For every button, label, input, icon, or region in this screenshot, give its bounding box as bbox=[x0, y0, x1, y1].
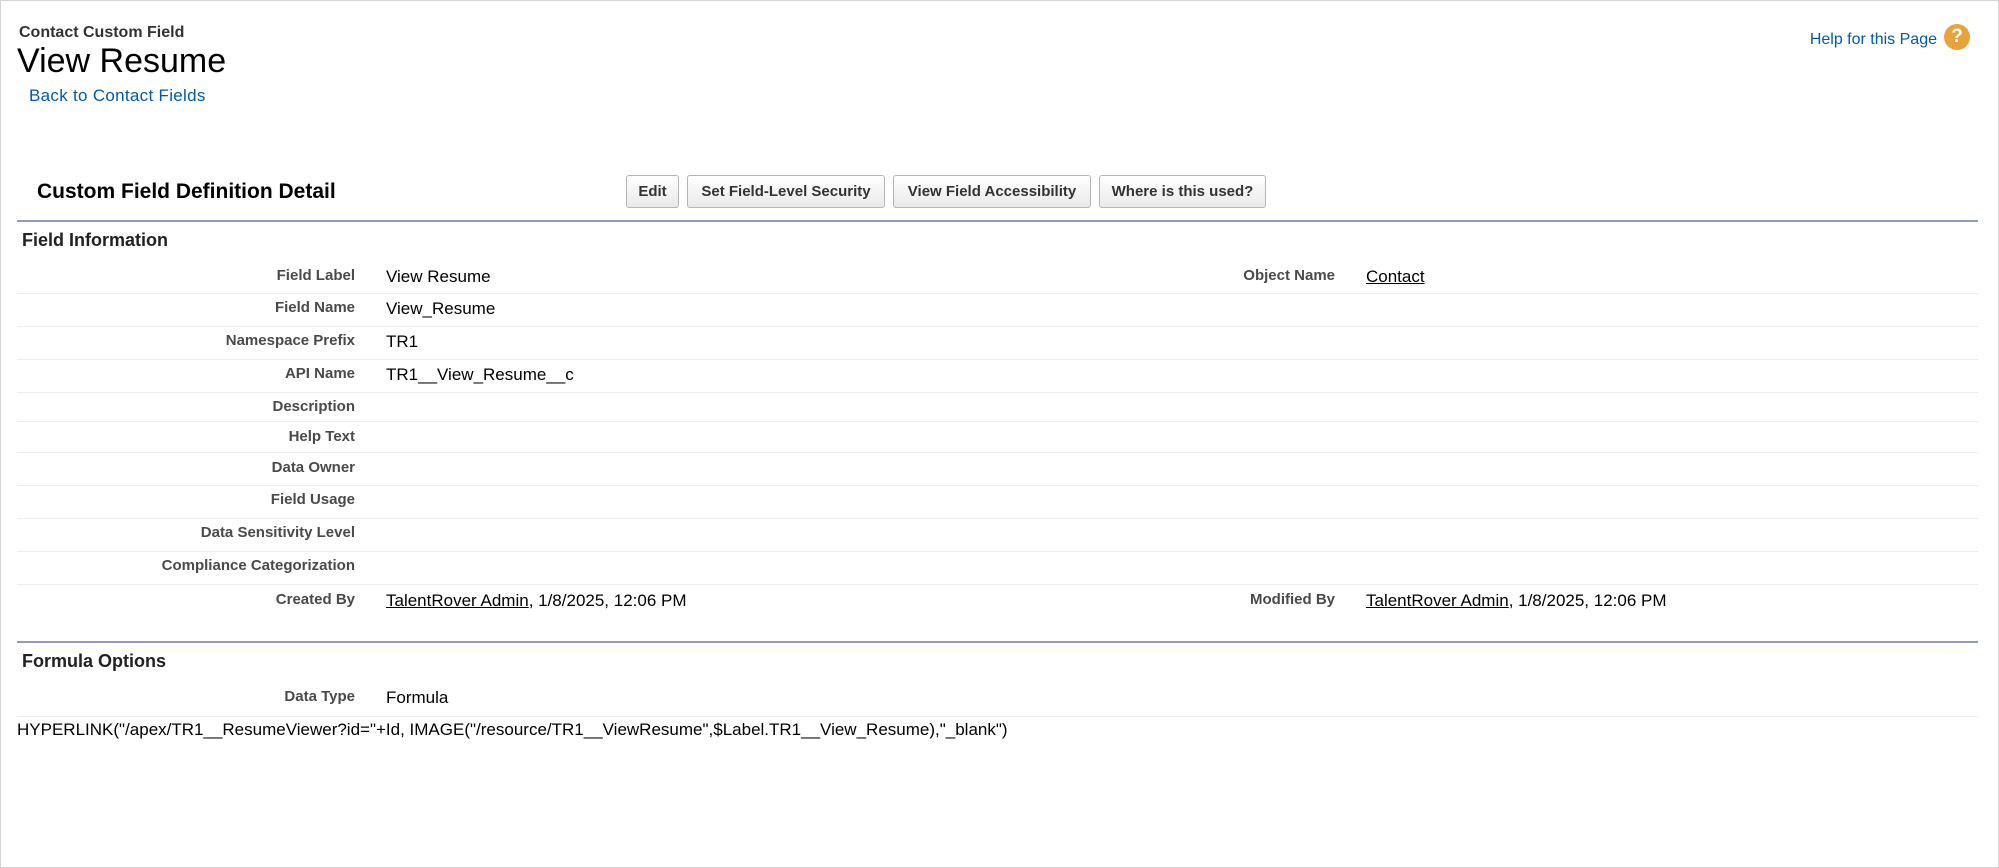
data-sensitivity-level-label: Data Sensitivity Level bbox=[200, 524, 355, 541]
section-title-field-information: Field Information bbox=[22, 230, 168, 250]
row-divider bbox=[17, 485, 1978, 486]
row-divider bbox=[17, 421, 1978, 422]
object-name-link[interactable]: Contact bbox=[1366, 267, 1425, 286]
field-name-label: Field Name bbox=[274, 299, 355, 316]
field-name-value: View_Resume bbox=[386, 299, 496, 318]
description-label: Description bbox=[272, 398, 355, 415]
edit-button[interactable]: Edit bbox=[626, 175, 679, 208]
field-label-label: Field Label bbox=[276, 267, 355, 284]
section-divider bbox=[17, 220, 1978, 222]
where-is-this-used-button[interactable]: Where is this used? bbox=[1099, 175, 1266, 208]
row-divider bbox=[17, 551, 1978, 552]
row-divider bbox=[17, 452, 1978, 453]
page-title: View Resume bbox=[17, 42, 227, 80]
namespace-prefix-value: TR1 bbox=[386, 332, 419, 351]
modified-by-user-link[interactable]: TalentRover Admin bbox=[1366, 591, 1509, 610]
modified-by-label: Modified By bbox=[1250, 591, 1335, 608]
field-label-value: View Resume bbox=[386, 267, 491, 286]
created-by-value: TalentRover Admin, 1/8/2025, 12:06 PM bbox=[386, 591, 687, 611]
row-divider bbox=[17, 716, 1978, 717]
section-divider bbox=[17, 641, 1978, 643]
object-name-label: Object Name bbox=[1243, 267, 1335, 284]
compliance-categorization-label: Compliance Categorization bbox=[161, 557, 355, 574]
question-icon[interactable]: ? bbox=[1944, 24, 1970, 50]
help-for-this-page-link[interactable]: Help for this Page bbox=[1810, 31, 1937, 49]
help-text-label: Help Text bbox=[288, 428, 355, 445]
row-divider bbox=[17, 518, 1978, 519]
api-name-label: API Name bbox=[284, 365, 355, 382]
set-field-level-security-button[interactable]: Set Field-Level Security bbox=[687, 175, 885, 208]
api-name-value: TR1__View_Resume__c bbox=[386, 365, 574, 384]
formula-text: HYPERLINK("/apex/TR1__ResumeViewer?id="+… bbox=[17, 720, 1008, 739]
row-divider bbox=[17, 392, 1978, 393]
created-by-date: , 1/8/2025, 12:06 PM bbox=[528, 591, 687, 610]
row-divider bbox=[17, 359, 1978, 360]
created-by-label: Created By bbox=[275, 591, 355, 608]
data-type-label: Data Type bbox=[284, 688, 355, 705]
row-divider bbox=[17, 293, 1978, 294]
namespace-prefix-label: Namespace Prefix bbox=[225, 332, 355, 349]
data-type-value: Formula bbox=[386, 688, 449, 707]
modified-by-value: TalentRover Admin, 1/8/2025, 12:06 PM bbox=[1366, 591, 1667, 611]
modified-by-date: , 1/8/2025, 12:06 PM bbox=[1508, 591, 1667, 610]
created-by-user-link[interactable]: TalentRover Admin bbox=[386, 591, 529, 610]
data-owner-label: Data Owner bbox=[271, 459, 355, 476]
page-block-title: Custom Field Definition Detail bbox=[37, 180, 336, 203]
field-usage-label: Field Usage bbox=[270, 491, 355, 508]
row-divider bbox=[17, 326, 1978, 327]
back-to-contact-fields-link[interactable]: Back to Contact Fields bbox=[29, 86, 206, 106]
row-divider bbox=[17, 584, 1978, 585]
page-object-type: Contact Custom Field bbox=[19, 24, 185, 41]
view-field-accessibility-button[interactable]: View Field Accessibility bbox=[893, 175, 1091, 208]
section-title-formula-options: Formula Options bbox=[22, 651, 166, 671]
